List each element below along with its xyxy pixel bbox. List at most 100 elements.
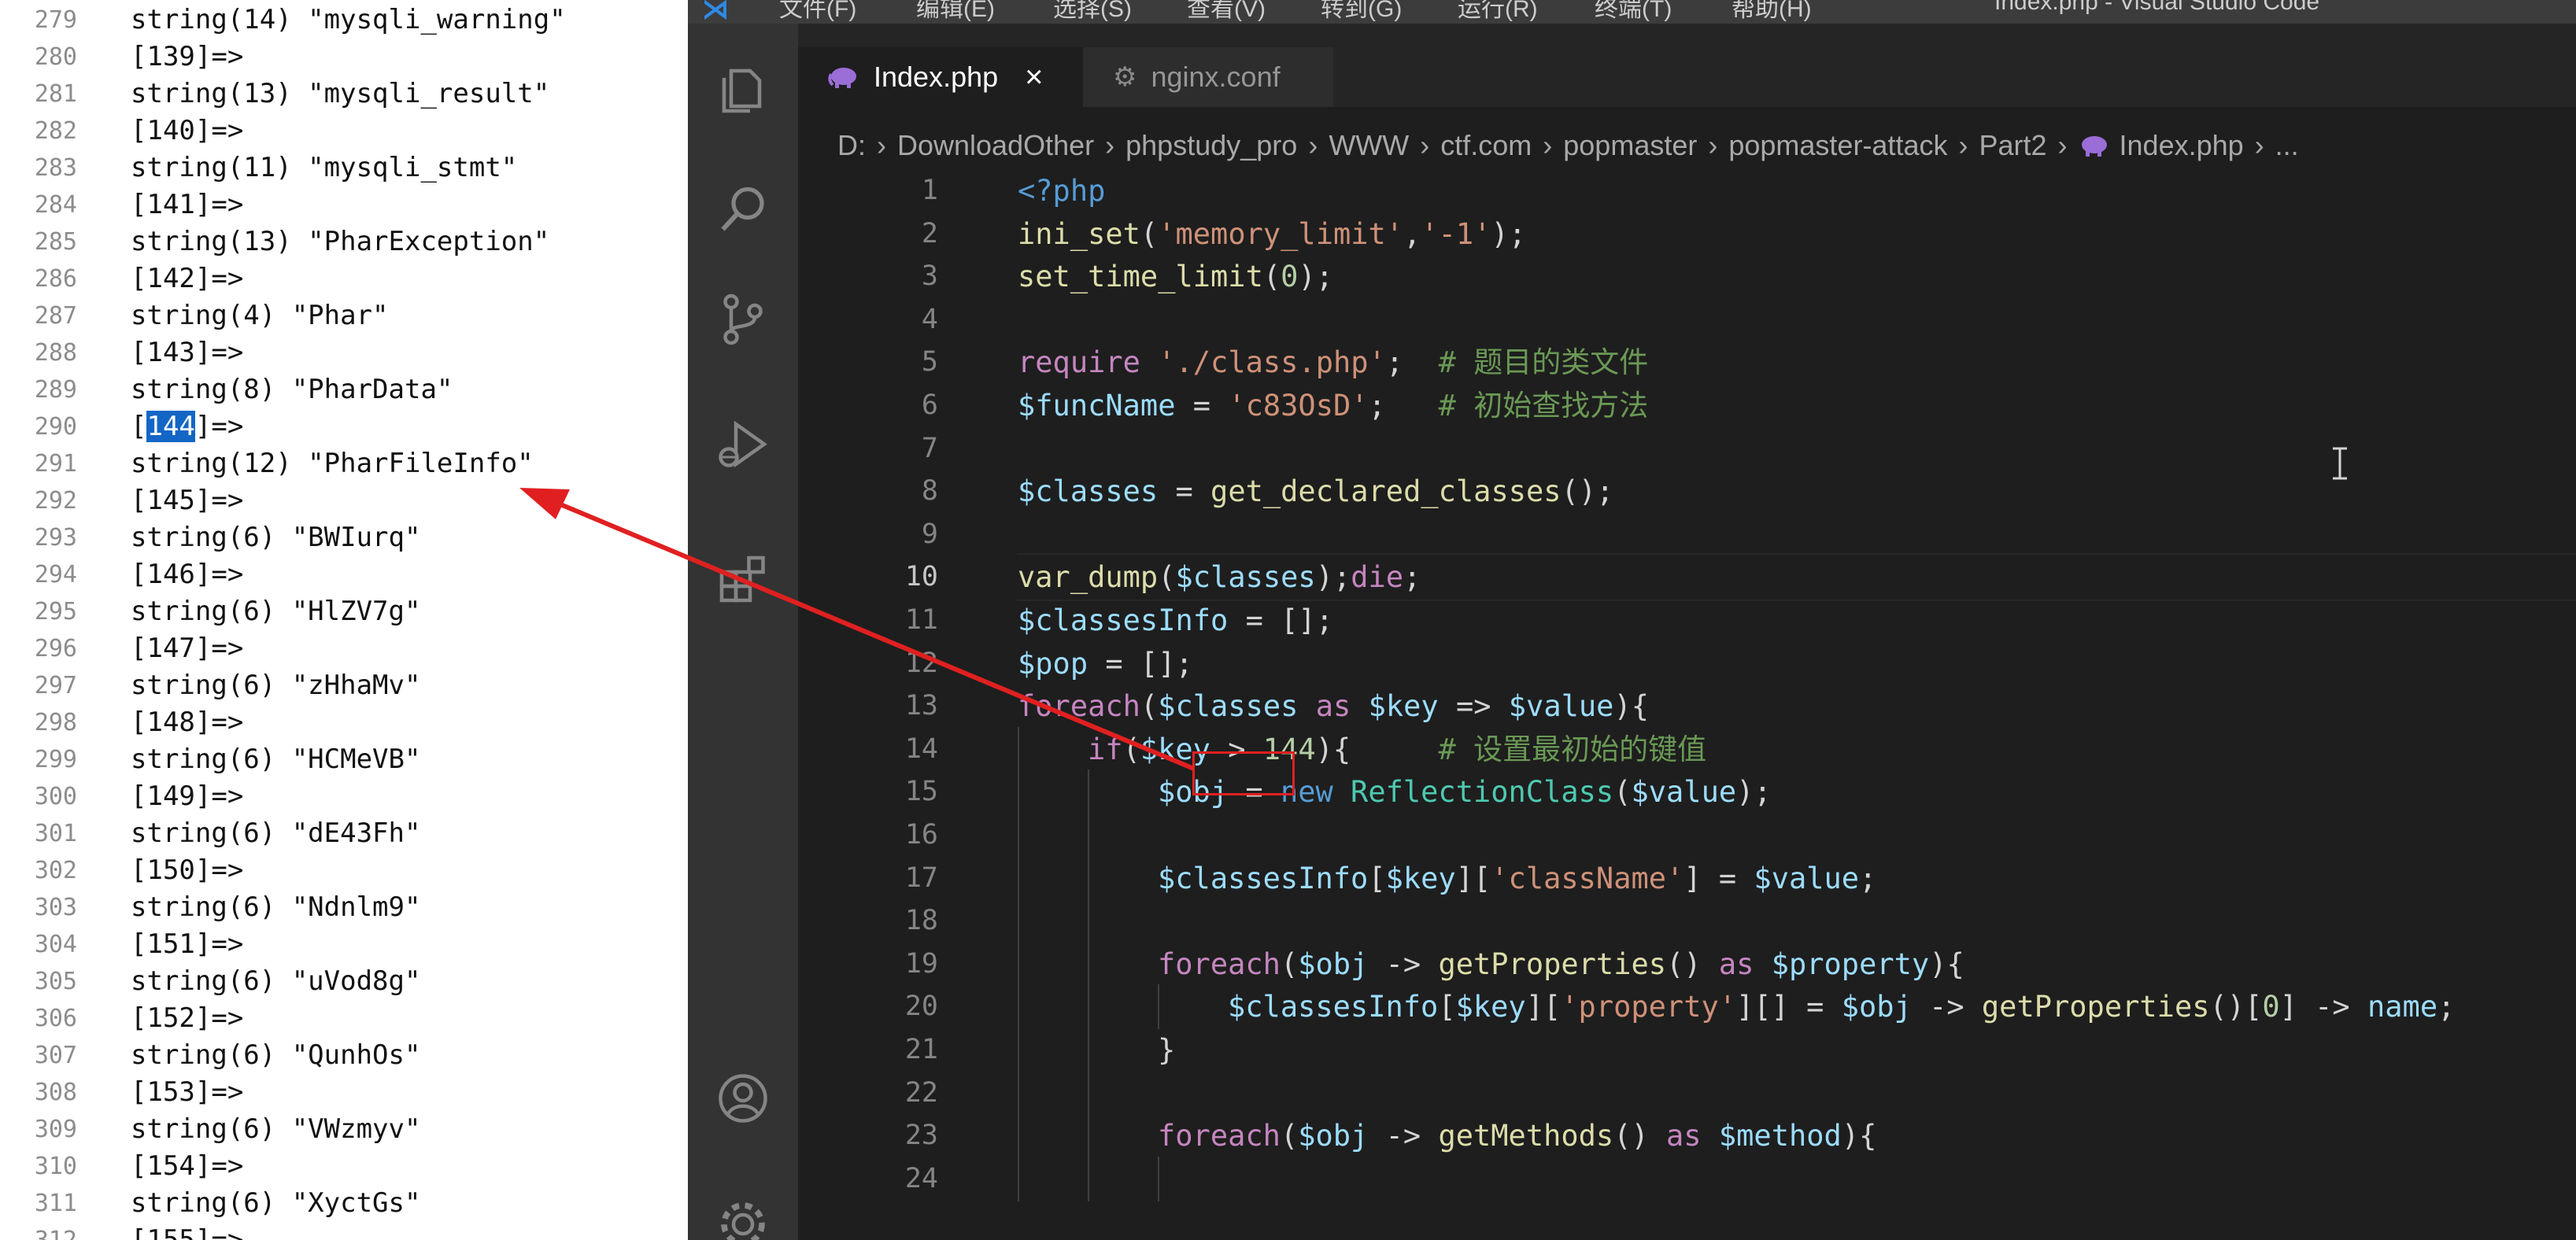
dump-line-text[interactable]: [144]=> xyxy=(131,408,243,445)
code-line[interactable]: 20 $classesInfo[$key]['property'][] = $ob… xyxy=(798,984,2576,1030)
breadcrumb-ellipsis[interactable]: ... xyxy=(2275,129,2299,162)
dump-line-text[interactable]: [140]=> xyxy=(131,113,243,149)
breadcrumb-item[interactable]: popmaster xyxy=(1563,129,1697,162)
dump-line-text[interactable]: [139]=> xyxy=(131,39,243,76)
dump-line-text[interactable]: [146]=> xyxy=(131,556,243,593)
code-line[interactable]: 22 xyxy=(798,1070,2576,1116)
breadcrumb-item[interactable]: D: xyxy=(837,129,866,162)
line-number: 4 xyxy=(921,303,938,335)
breadcrumb-item[interactable]: popmaster-attack xyxy=(1728,129,1947,162)
selected-text[interactable]: 144 xyxy=(146,411,195,442)
dump-line-number: 308 xyxy=(34,1079,77,1106)
dump-line-text[interactable]: string(6) "HCMeVB" xyxy=(131,741,420,778)
code-text: $classesInfo[$key]['className'] = $value… xyxy=(1158,856,1876,901)
dump-line-text[interactable]: string(6) "VWzmyv" xyxy=(131,1111,420,1148)
dump-line-text[interactable]: [155]=> xyxy=(131,1222,243,1240)
code-token: $key xyxy=(1368,689,1439,724)
dump-line-text[interactable]: string(6) "XyctGs" xyxy=(131,1185,420,1222)
menu-edit[interactable]: 编辑(E) xyxy=(916,0,995,24)
dump-line-text[interactable]: string(6) "QunhOs" xyxy=(131,1037,420,1074)
dump-line-text[interactable]: [153]=> xyxy=(131,1074,243,1111)
code-editor[interactable]: 1 <?php 2 ini_set('memory_limit','-1'); 3 set… xyxy=(798,168,2576,1240)
menu-run[interactable]: 运行(R) xyxy=(1458,0,1538,24)
code-line[interactable]: 6 $funcName = 'c83OsD'; # 初始查找方法 xyxy=(798,383,2576,428)
breadcrumb-item[interactable]: WWW xyxy=(1329,129,1409,162)
code-line[interactable]: 12 $pop = []; xyxy=(798,641,2576,686)
dump-line-text[interactable]: [150]=> xyxy=(131,852,243,889)
code-line[interactable]: 11 $classesInfo = []; xyxy=(798,598,2576,643)
dump-line-text[interactable]: string(6) "uVod8g" xyxy=(131,963,420,1000)
extensions-icon[interactable] xyxy=(715,551,771,607)
code-line[interactable]: 9 xyxy=(798,512,2576,557)
menu-view[interactable]: 查看(V) xyxy=(1187,0,1266,24)
code-line[interactable]: 24 xyxy=(798,1156,2576,1201)
code-line[interactable]: 17 $classesInfo[$key]['className'] = $val… xyxy=(798,855,2576,901)
dump-line-text[interactable]: string(13) "mysqli_result" xyxy=(131,76,549,113)
code-token: ()[ xyxy=(2209,990,2263,1024)
code-token: ][ xyxy=(1455,861,1491,895)
breadcrumb-item[interactable]: Part2 xyxy=(1979,129,2046,162)
dump-line-text[interactable]: string(6) "BWIurq" xyxy=(131,519,420,556)
code-line[interactable]: 3 set_time_limit(0); xyxy=(798,254,2576,299)
dump-line: 291 string(12) "PharFileInfo" xyxy=(0,445,688,482)
code-line[interactable]: 8 $classes = get_declared_classes(); xyxy=(798,469,2576,514)
source-control-icon[interactable] xyxy=(715,291,771,348)
breadcrumb-file[interactable]: Index.php xyxy=(2120,129,2244,162)
dump-line-text[interactable]: string(13) "PharException" xyxy=(131,223,549,260)
dump-line-text[interactable]: [154]=> xyxy=(131,1148,243,1185)
settings-gear-icon[interactable] xyxy=(715,1196,771,1240)
php-elephant-icon xyxy=(2081,136,2107,157)
dump-line-text[interactable]: string(6) "dE43Fh" xyxy=(131,815,420,852)
code-line[interactable]: 7 xyxy=(798,426,2576,471)
menu-help[interactable]: 帮助(H) xyxy=(1732,0,1812,24)
tab-index-php[interactable]: Index.php × xyxy=(798,47,1083,107)
tab-nginx-conf[interactable]: ⚙ nginx.conf xyxy=(1083,47,1333,107)
code-line[interactable]: 2 ini_set('memory_limit','-1'); xyxy=(798,212,2576,256)
code-line[interactable]: 21} xyxy=(798,1028,2576,1072)
code-line[interactable]: 1 <?php xyxy=(798,168,2576,213)
menu-selection[interactable]: 选择(S) xyxy=(1053,0,1132,24)
dump-line-text[interactable]: string(6) "Ndnlm9" xyxy=(131,889,420,926)
menu-terminal[interactable]: 终端(T) xyxy=(1595,0,1672,24)
breadcrumb-item[interactable]: ctf.com xyxy=(1440,129,1532,162)
menu-file[interactable]: 文件(F) xyxy=(779,0,856,24)
account-icon[interactable] xyxy=(715,1070,771,1127)
search-icon[interactable] xyxy=(715,181,771,238)
code-line[interactable]: 13 foreach($classes as $key => $value){ xyxy=(798,684,2576,729)
code-line[interactable]: 23 foreach($obj -> getMethods() as $metho… xyxy=(798,1113,2576,1159)
breadcrumb-item[interactable]: DownloadOther xyxy=(897,129,1094,162)
dump-line-text[interactable]: string(12) "PharFileInfo" xyxy=(131,445,534,482)
code-token: # 题目的类文件 xyxy=(1438,345,1649,380)
dump-line-text[interactable]: string(14) "mysqli_warning" xyxy=(131,2,566,39)
dump-line-text[interactable]: [147]=> xyxy=(131,630,243,667)
dump-line-text[interactable]: [148]=> xyxy=(131,704,243,741)
code-line[interactable]: 18 xyxy=(798,899,2576,944)
dump-line-text[interactable]: [152]=> xyxy=(131,1000,243,1037)
explorer-icon[interactable] xyxy=(715,61,771,118)
code-line[interactable]: 19 foreach($obj -> getProperties() as $pr… xyxy=(798,941,2576,987)
code-line[interactable]: 5 require './class.php'; # 题目的类文件 xyxy=(798,340,2576,385)
dump-line-text[interactable]: string(8) "PharData" xyxy=(131,371,453,408)
indent-guide xyxy=(1088,1113,1089,1159)
menu-go[interactable]: 转到(G) xyxy=(1321,0,1402,24)
dump-line-text[interactable]: [143]=> xyxy=(131,334,243,371)
code-line[interactable]: 15 $obj = new ReflectionClass($value); xyxy=(798,769,2576,815)
dump-line: 306 [152]=> xyxy=(0,1000,688,1037)
dump-line-text[interactable]: [149]=> xyxy=(131,778,243,815)
tab-close-button[interactable]: × xyxy=(1025,60,1043,95)
dump-line-text[interactable]: [142]=> xyxy=(131,260,243,297)
run-debug-icon[interactable] xyxy=(715,417,771,474)
breadcrumb-item[interactable]: phpstudy_pro xyxy=(1125,129,1297,162)
dump-line-text[interactable]: string(4) "Phar" xyxy=(131,297,389,334)
dump-line-text[interactable]: string(6) "zHhaMv" xyxy=(131,667,420,704)
dump-line-text[interactable]: string(11) "mysqli_stmt" xyxy=(131,149,517,186)
dump-line-text[interactable]: [141]=> xyxy=(131,186,243,223)
dump-line-text[interactable]: [145]=> xyxy=(131,482,243,519)
code-line[interactable]: 16 xyxy=(798,813,2576,858)
dump-line-text[interactable]: string(6) "HlZV7g" xyxy=(131,593,420,630)
chevron-right-icon: › xyxy=(1958,129,1968,161)
code-line[interactable]: 10 var_dump($classes);die; xyxy=(798,553,2576,602)
code-line[interactable]: 4 xyxy=(798,297,2576,342)
dump-line-text[interactable]: [151]=> xyxy=(131,926,243,963)
code-line[interactable]: 14 if($key > 144){ # 设置最初始的键值 xyxy=(798,726,2576,772)
